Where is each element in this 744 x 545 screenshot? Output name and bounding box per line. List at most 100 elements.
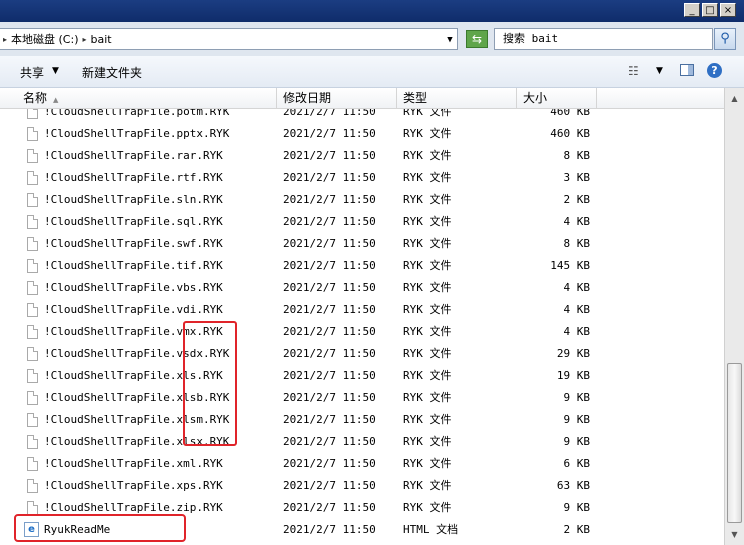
file-row[interactable]: !CloudShellTrapFile.xml.RYK 2021/2/7 11:5…	[0, 453, 724, 475]
search-input[interactable]: 搜索 bait	[494, 28, 713, 50]
file-row[interactable]: !CloudShellTrapFile.vmx.RYK 2021/2/7 11:5…	[0, 321, 724, 343]
close-button[interactable]: ×	[720, 3, 736, 17]
file-row[interactable]: !CloudShellTrapFile.xlsx.RYK 2021/2/7 11:…	[0, 431, 724, 453]
scroll-down-icon[interactable]: ▼	[726, 526, 743, 543]
file-date: 2021/2/7 11:50	[283, 215, 376, 228]
column-name-label: 名称	[23, 91, 48, 105]
column-date[interactable]: 修改日期	[277, 88, 397, 108]
file-size: 6 KB	[563, 457, 591, 470]
view-dropdown-icon[interactable]: ▼	[656, 66, 663, 76]
file-row[interactable]: !CloudShellTrapFile.rtf.RYK 2021/2/7 11:5…	[0, 167, 724, 189]
file-size: 9 KB	[563, 391, 591, 404]
file-row[interactable]: !CloudShellTrapFile.vdi.RYK 2021/2/7 11:5…	[0, 299, 724, 321]
file-type: RYK 文件	[403, 259, 452, 272]
file-row[interactable]: !CloudShellTrapFile.xps.RYK 2021/2/7 11:5…	[0, 475, 724, 497]
file-row[interactable]: !CloudShellTrapFile.vbs.RYK 2021/2/7 11:5…	[0, 277, 724, 299]
file-row[interactable]: !CloudShellTrapFile.xlsb.RYK 2021/2/7 11:…	[0, 387, 724, 409]
file-size: 3 KB	[563, 171, 591, 184]
file-date: 2021/2/7 11:50	[283, 347, 376, 360]
file-type: RYK 文件	[403, 501, 452, 514]
file-icon	[27, 435, 38, 449]
new-folder-button[interactable]: 新建文件夹	[82, 64, 142, 81]
file-row[interactable]: !CloudShellTrapFile.swf.RYK 2021/2/7 11:5…	[0, 233, 724, 255]
scrollbar-thumb[interactable]	[727, 363, 742, 523]
file-name: !CloudShellTrapFile.potm.RYK	[44, 109, 230, 118]
breadcrumb-folder[interactable]: bait	[91, 33, 112, 46]
file-list: !CloudShellTrapFile.potm.RYK 2021/2/7 11:…	[0, 109, 724, 545]
maximize-button[interactable]: □	[702, 3, 718, 17]
file-name: !CloudShellTrapFile.vdi.RYK	[44, 303, 223, 316]
file-type: RYK 文件	[403, 479, 452, 492]
file-date: 2021/2/7 11:50	[283, 523, 376, 536]
file-icon	[27, 149, 38, 163]
file-type: RYK 文件	[403, 413, 452, 426]
file-type: RYK 文件	[403, 149, 452, 162]
file-size: 29 KB	[556, 347, 590, 360]
address-bar[interactable]: ▸ 本地磁盘 (C:) ▸ bait	[0, 28, 458, 50]
file-date: 2021/2/7 11:50	[283, 325, 376, 338]
file-row[interactable]: !CloudShellTrapFile.potm.RYK 2021/2/7 11:…	[0, 109, 724, 123]
highlight-box-extensions	[183, 321, 237, 446]
file-name: !CloudShellTrapFile.swf.RYK	[44, 237, 223, 250]
file-row[interactable]: !CloudShellTrapFile.xlsm.RYK 2021/2/7 11:…	[0, 409, 724, 431]
help-icon[interactable]: ?	[707, 63, 722, 78]
refresh-button[interactable]: ⇆	[466, 30, 488, 48]
file-icon	[27, 369, 38, 383]
share-button[interactable]: 共享	[20, 64, 44, 81]
search-icon: ⚲	[720, 31, 730, 46]
file-size: 8 KB	[563, 149, 591, 162]
file-date: 2021/2/7 11:50	[283, 281, 376, 294]
breadcrumb-drive[interactable]: 本地磁盘 (C:)	[11, 31, 78, 47]
scroll-up-icon[interactable]: ▲	[726, 90, 743, 107]
file-type: RYK 文件	[403, 215, 452, 228]
file-type: RYK 文件	[403, 435, 452, 448]
column-type[interactable]: 类型	[397, 88, 517, 108]
file-type: RYK 文件	[403, 237, 452, 250]
view-options-icon[interactable]: ☷	[628, 64, 639, 78]
file-type: RYK 文件	[403, 457, 452, 470]
file-date: 2021/2/7 11:50	[283, 237, 376, 250]
file-type: RYK 文件	[403, 127, 452, 140]
file-size: 9 KB	[563, 413, 591, 426]
column-name[interactable]: 名称 ▲	[17, 88, 277, 108]
file-date: 2021/2/7 11:50	[283, 501, 376, 514]
file-icon	[27, 281, 38, 295]
file-name: !CloudShellTrapFile.xps.RYK	[44, 479, 223, 492]
minimize-button[interactable]: _	[684, 3, 700, 17]
window-controls: _ □ ×	[684, 3, 736, 17]
file-name: !CloudShellTrapFile.sln.RYK	[44, 193, 223, 206]
file-size: 63 KB	[556, 479, 590, 492]
breadcrumb-separator-icon[interactable]: ▸	[3, 35, 7, 44]
file-row[interactable]: !CloudShellTrapFile.rar.RYK 2021/2/7 11:5…	[0, 145, 724, 167]
share-dropdown-icon[interactable]: ▼	[52, 66, 59, 76]
address-history-dropdown-icon[interactable]: ▼	[444, 34, 456, 46]
file-type: RYK 文件	[403, 347, 452, 360]
file-icon	[27, 303, 38, 317]
file-icon	[27, 413, 38, 427]
breadcrumb-separator-icon[interactable]: ▸	[82, 35, 86, 44]
vertical-scrollbar[interactable]: ▲ ▼	[724, 88, 744, 545]
file-name: !CloudShellTrapFile.sql.RYK	[44, 215, 223, 228]
file-type: RYK 文件	[403, 325, 452, 338]
file-row[interactable]: !CloudShellTrapFile.sql.RYK 2021/2/7 11:5…	[0, 211, 724, 233]
title-bar: _ □ ×	[0, 0, 744, 22]
file-size: 4 KB	[563, 303, 591, 316]
file-date: 2021/2/7 11:50	[283, 149, 376, 162]
file-row[interactable]: !CloudShellTrapFile.vsdx.RYK 2021/2/7 11:…	[0, 343, 724, 365]
file-size: 8 KB	[563, 237, 591, 250]
file-type: RYK 文件	[403, 281, 452, 294]
file-date: 2021/2/7 11:50	[283, 413, 376, 426]
file-date: 2021/2/7 11:50	[283, 479, 376, 492]
address-row: ▸ 本地磁盘 (C:) ▸ bait ▼ ⇆ 搜索 bait ⚲	[0, 22, 744, 56]
file-row[interactable]: !CloudShellTrapFile.sln.RYK 2021/2/7 11:5…	[0, 189, 724, 211]
file-name: !CloudShellTrapFile.vbs.RYK	[44, 281, 223, 294]
file-row[interactable]: !CloudShellTrapFile.pptx.RYK 2021/2/7 11:…	[0, 123, 724, 145]
file-icon	[27, 347, 38, 361]
file-type: RYK 文件	[403, 109, 452, 118]
file-icon	[27, 109, 38, 119]
preview-pane-icon[interactable]	[680, 64, 694, 76]
search-button[interactable]: ⚲	[714, 28, 736, 50]
file-row[interactable]: !CloudShellTrapFile.tif.RYK 2021/2/7 11:5…	[0, 255, 724, 277]
column-size[interactable]: 大小	[517, 88, 597, 108]
file-row[interactable]: !CloudShellTrapFile.xls.RYK 2021/2/7 11:5…	[0, 365, 724, 387]
